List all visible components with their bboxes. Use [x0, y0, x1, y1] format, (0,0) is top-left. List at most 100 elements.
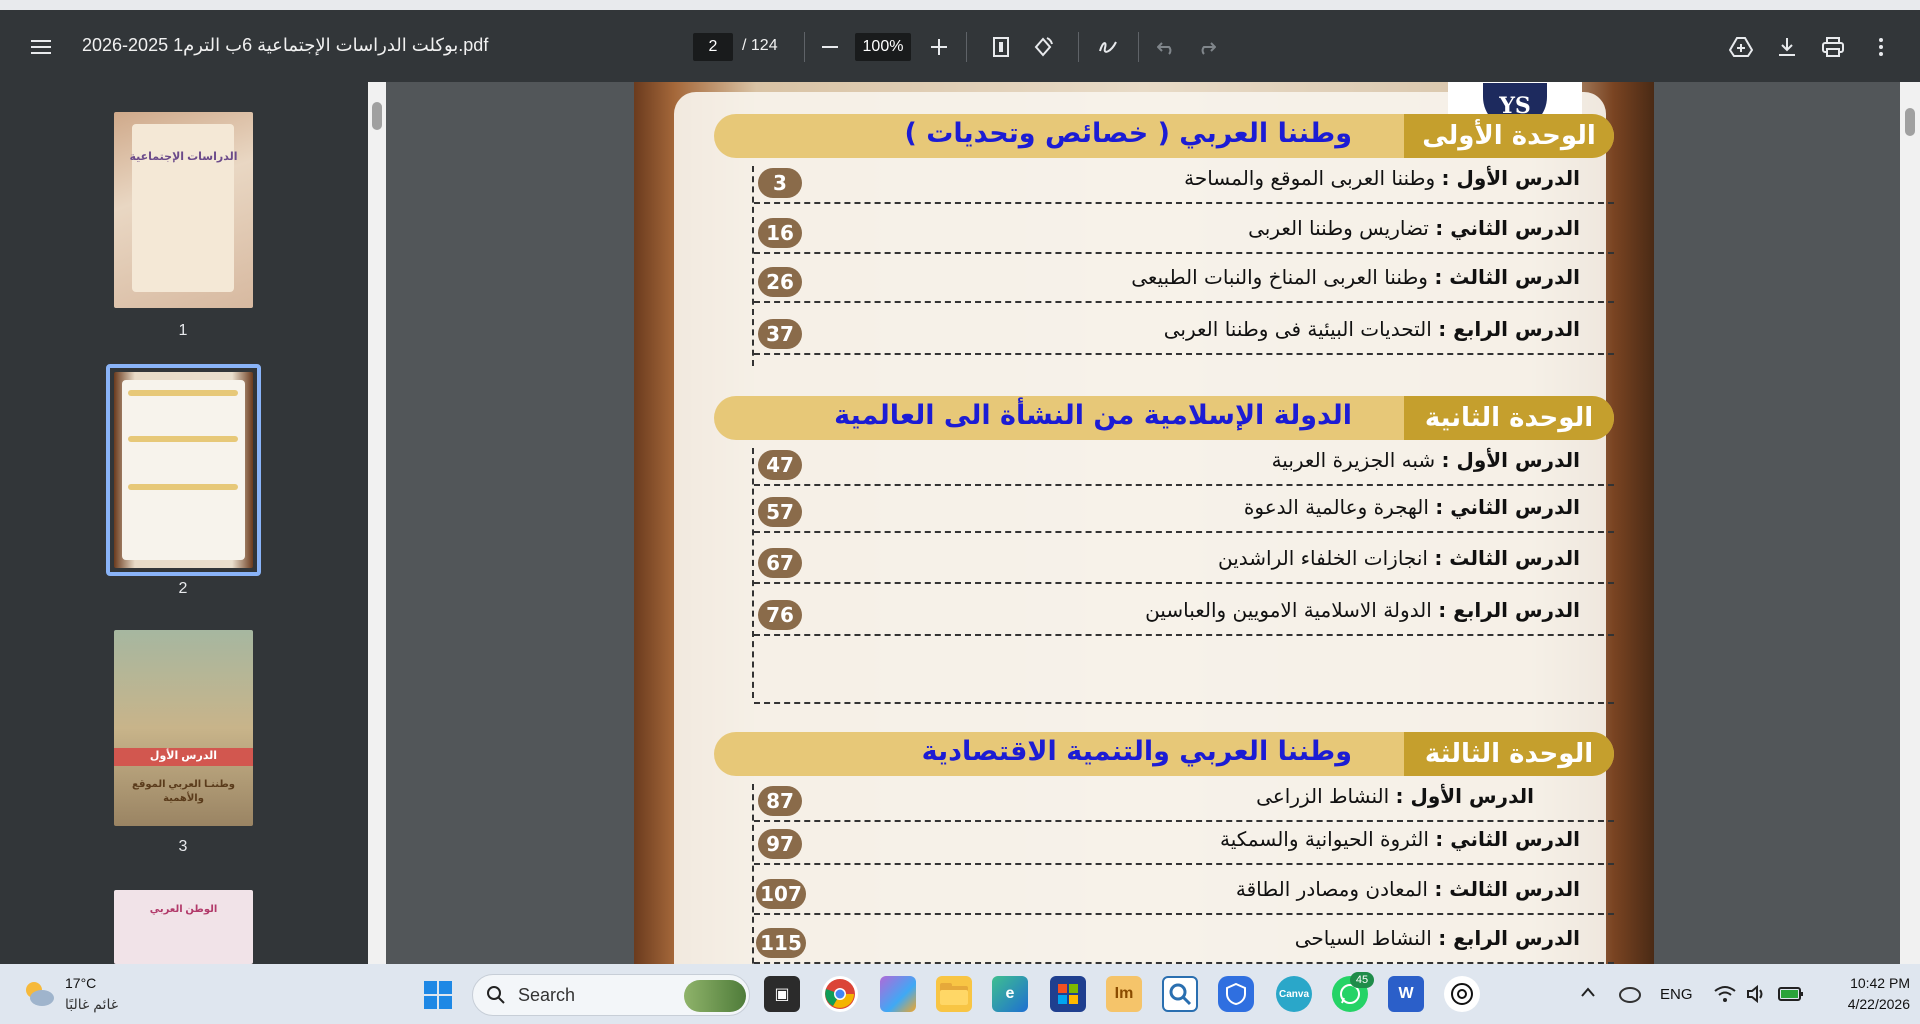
page-total: / 124 [742, 37, 778, 54]
sidebar-scrollbar-thumb[interactable] [372, 102, 382, 130]
lesson-title: وطننا العربى المناخ والنبات الطبيعى [1131, 265, 1428, 289]
drive-save-icon[interactable] [1728, 34, 1754, 60]
onedrive-icon[interactable] [1618, 982, 1642, 1004]
copilot-icon[interactable] [880, 976, 916, 1012]
sidebar-scrollbar[interactable] [368, 82, 386, 964]
fit-page-icon[interactable] [988, 34, 1014, 60]
lesson-entry[interactable]: الدرس الأول : النشاط الزراعى [1256, 784, 1534, 808]
dotted-separator [754, 353, 1614, 355]
lesson-entry[interactable]: الدرس الثاني : الثروة الحيوانية والسمكية [1220, 827, 1580, 851]
lesson-entry[interactable]: الدرس الثالث : المعادن ومصادر الطاقة [1236, 877, 1580, 901]
more-options-icon[interactable] [1868, 34, 1894, 60]
lesson-entry[interactable]: الدرس الأول : وطننا العربى الموقع والمسا… [1184, 166, 1580, 190]
zoom-level[interactable]: 100% [855, 33, 911, 61]
redo-icon[interactable] [1194, 34, 1220, 60]
lesson-entry[interactable]: الدرس الأول : شبه الجزيرة العربية [1272, 448, 1580, 472]
unit-header: الوحدة الأولى وطننا العربي ( خصائص وتحديا… [714, 114, 1614, 158]
thumbnail-4-title: الوطن العربي [149, 904, 218, 915]
page-number-badge[interactable]: 57 [758, 497, 802, 527]
clock-date[interactable]: 4/22/2026 [1810, 996, 1910, 1012]
chevron-up-icon[interactable] [1580, 986, 1596, 998]
undo-icon[interactable] [1153, 34, 1179, 60]
whatsapp-badge: 45 [1350, 972, 1374, 988]
canva-icon[interactable]: Canva [1276, 976, 1312, 1012]
thumbnail-sidebar: الدراسات الإجتماعية 1 2 الدرس الأول وطنن… [0, 82, 368, 964]
rotate-icon[interactable] [1030, 34, 1056, 60]
lesson-label: الدرس الثالث : [1434, 877, 1580, 901]
page-number-badge[interactable]: 37 [758, 319, 802, 349]
word-icon[interactable]: W [1388, 976, 1424, 1012]
thumbnail-page-1[interactable]: الدراسات الإجتماعية [114, 112, 253, 308]
lesson-label: الدرس الثالث : [1434, 546, 1580, 570]
zoom-out-icon[interactable] [817, 34, 843, 60]
thumbnail-page-4[interactable]: الوطن العربي [114, 890, 253, 964]
chatgpt-icon[interactable] [1444, 976, 1480, 1012]
store-icon[interactable] [1050, 976, 1086, 1012]
page-number-badge[interactable]: 107 [756, 879, 806, 909]
lesson-entry[interactable]: الدرس الثاني : الهجرة وعالمية الدعوة [1244, 495, 1580, 519]
dotted-separator [754, 202, 1614, 204]
lesson-entry[interactable]: الدرس الرابع : الدولة الاسلامية الامويين… [1145, 598, 1580, 622]
dotted-vertical-line [752, 448, 754, 698]
unit-header: الوحدة الثانية الدولة الإسلامية من النشأة… [714, 396, 1614, 440]
page-number-input[interactable] [693, 33, 733, 61]
page-number-badge[interactable]: 47 [758, 450, 802, 480]
print-icon[interactable] [1820, 34, 1846, 60]
lesson-label: الدرس الأول : [1441, 448, 1581, 472]
dotted-separator [754, 702, 1614, 704]
lesson-label: الدرس الأول : [1395, 784, 1535, 808]
weather-cloud-icon[interactable] [22, 978, 56, 1008]
chrome-icon[interactable] [822, 976, 858, 1012]
main-scrollbar-thumb[interactable] [1905, 108, 1915, 136]
search-highlight-image [684, 980, 746, 1012]
lesson-label: الدرس الرابع : [1438, 926, 1580, 950]
zoom-in-icon[interactable] [926, 34, 952, 60]
dotted-separator [754, 863, 1614, 865]
clock-time[interactable]: 10:42 PM [1810, 975, 1910, 991]
page-number-badge[interactable]: 87 [758, 786, 802, 816]
dotted-separator [754, 820, 1614, 822]
lesson-title: الثروة الحيوانية والسمكية [1219, 827, 1429, 851]
page-number-badge[interactable]: 97 [758, 829, 802, 859]
toolbar-separator [804, 32, 805, 62]
thumbnail-page-2[interactable] [114, 372, 253, 568]
download-icon[interactable] [1774, 34, 1800, 60]
thumbnail-number: 1 [178, 322, 188, 339]
lesson-entry[interactable]: الدرس الرابع : التحديات البيئية فى وطننا… [1164, 317, 1580, 341]
page-number-badge[interactable]: 76 [758, 600, 802, 630]
thumbnail-3-title: الدرس الأول [149, 750, 218, 762]
shield-icon[interactable] [1218, 976, 1254, 1012]
thumbnail-page-3[interactable]: الدرس الأول وطننـا العربي الموقع والأهمي… [114, 630, 253, 826]
thumbnail-number: 3 [178, 838, 188, 855]
lesson-entry[interactable]: الدرس الرابع : النشاط السياحى [1295, 926, 1580, 950]
language-indicator[interactable]: ENG [1660, 986, 1693, 1003]
windows-start-icon[interactable] [423, 980, 453, 1010]
page-number-badge[interactable]: 3 [758, 168, 802, 198]
lesson-entry[interactable]: الدرس الثاني : تضاريس وطننا العربى [1248, 216, 1580, 240]
lesson-label: الدرس الأول : [1441, 166, 1581, 190]
volume-icon[interactable] [1746, 985, 1766, 1003]
page-number-badge[interactable]: 16 [758, 218, 802, 248]
battery-icon[interactable] [1778, 986, 1804, 1002]
app-im-icon[interactable]: Im [1106, 976, 1142, 1012]
dotted-separator [754, 484, 1614, 486]
search-app-icon[interactable] [1162, 976, 1198, 1012]
draw-icon[interactable] [1095, 34, 1121, 60]
lesson-label: الدرس الرابع : [1438, 598, 1580, 622]
file-explorer-icon[interactable] [936, 976, 972, 1012]
main-scrollbar[interactable] [1900, 82, 1920, 964]
page-number-badge[interactable]: 67 [758, 548, 802, 578]
page-number-badge[interactable]: 26 [758, 267, 802, 297]
dotted-separator [754, 582, 1614, 584]
unit-tag: الوحدة الثانية [1404, 396, 1614, 440]
lesson-label: الدرس الثاني : [1435, 495, 1580, 519]
edge-icon[interactable]: e [992, 976, 1028, 1012]
weather-temperature[interactable]: 17°C [65, 975, 96, 991]
page-number-badge[interactable]: 115 [756, 928, 806, 958]
task-view-icon[interactable]: ▣ [764, 976, 800, 1012]
weather-description[interactable]: غائم غالبًا [65, 996, 118, 1013]
lesson-entry[interactable]: الدرس الثالث : وطننا العربى المناخ والنب… [1131, 265, 1580, 289]
menu-icon[interactable] [28, 34, 54, 60]
lesson-entry[interactable]: الدرس الثالث : انجازات الخلفاء الراشدين [1218, 546, 1580, 570]
wifi-icon[interactable] [1714, 985, 1736, 1003]
